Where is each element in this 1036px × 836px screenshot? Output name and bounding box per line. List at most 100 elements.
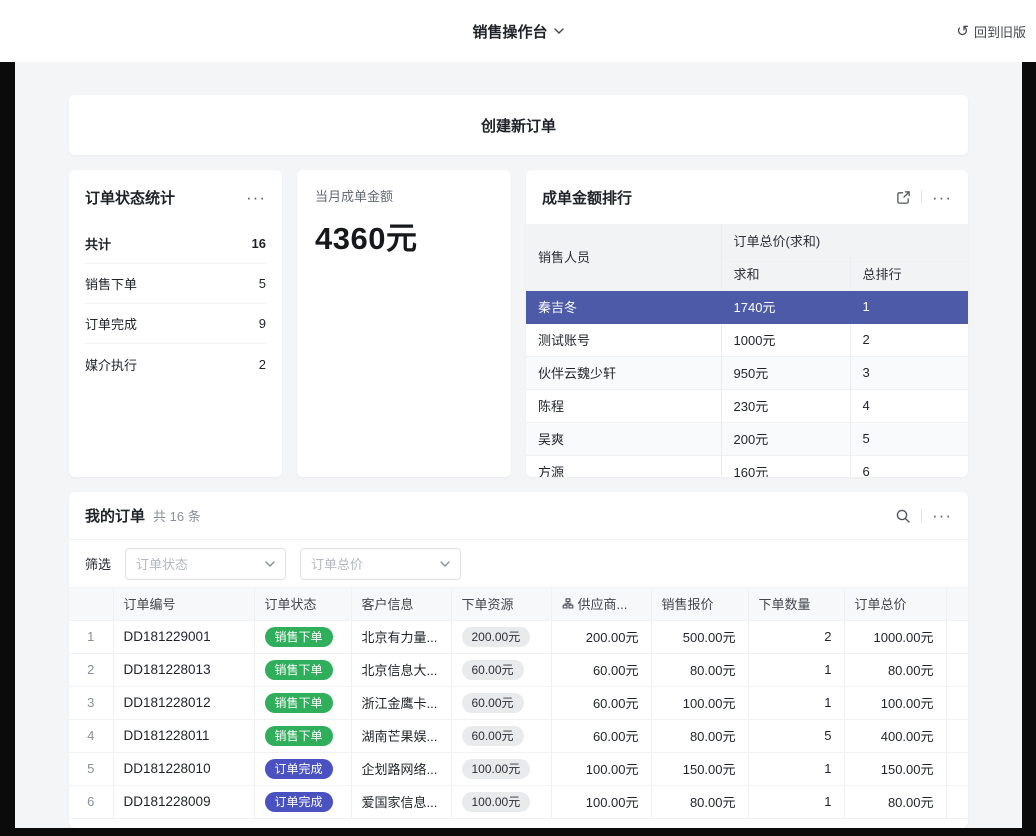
rank-rank: 6 (850, 455, 968, 477)
filter-bar: 筛选 订单状态 订单总价 (69, 540, 968, 588)
total-cell: 150.00元 (844, 752, 946, 785)
search-icon[interactable] (895, 508, 911, 524)
table-row[interactable]: 1 DD181229001 销售下单 北京有力量... 200.00元 200.… (69, 620, 968, 653)
create-new-order-button[interactable]: 创建新订单 (69, 95, 968, 155)
customer-cell: 北京有力量... (351, 620, 451, 653)
ranking-row[interactable]: 测试账号 1000元 2 (526, 323, 968, 356)
stub-cell (946, 620, 968, 653)
row-index: 1 (69, 620, 113, 653)
table-row[interactable]: 3 DD181228012 销售下单 浙江金鹰卡... 60.00元 60.00… (69, 686, 968, 719)
status-label: 订单完成 (85, 314, 137, 333)
status-badge: 订单完成 (265, 792, 333, 812)
stub-cell (946, 752, 968, 785)
divider (921, 509, 922, 523)
status-value: 9 (259, 316, 266, 331)
ranking-row[interactable]: 伙伴云魏少轩 950元 3 (526, 356, 968, 389)
filter-order-status-select[interactable]: 订单状态 (125, 548, 286, 580)
back-to-old-version-button[interactable]: ↺ 回到旧版 (956, 0, 1026, 62)
monthly-amount-label: 当月成单金额 (315, 186, 493, 205)
my-orders-card: 我的订单 共 16 条 ··· 筛选 订单状态 订单总价 (69, 492, 968, 828)
ranking-row[interactable]: 秦吉冬 1740元 1 (526, 290, 968, 323)
total-cell: 80.00元 (844, 653, 946, 686)
filter-label: 筛选 (85, 554, 111, 573)
rank-person: 方源 (526, 455, 721, 477)
more-menu-icon[interactable]: ··· (932, 507, 952, 524)
rank-person: 吴爽 (526, 422, 721, 455)
orders-table: 订单编号 订单状态 客户信息 下单资源 供应商... 销售报价 (69, 588, 968, 819)
customer-cell: 企划路网络... (351, 752, 451, 785)
row-index: 2 (69, 653, 113, 686)
order-no-cell: DD181228013 (113, 653, 254, 686)
rank-rank: 3 (850, 356, 968, 389)
order-no-cell: DD181228012 (113, 686, 254, 719)
supplier-cell: 100.00元 (551, 785, 651, 818)
status-row[interactable]: 销售下单 5 (85, 264, 266, 304)
rank-person: 秦吉冬 (526, 290, 721, 323)
col-order-status: 订单状态 (254, 588, 351, 620)
app-window: 销售操作台 ↺ 回到旧版 创建新订单 订单状态统计 ··· (0, 0, 1036, 836)
ranking-card-title: 成单金额排行 (542, 187, 632, 208)
hierarchy-icon (562, 598, 574, 610)
app-title-dropdown[interactable]: 销售操作台 (472, 21, 563, 42)
status-row-total[interactable]: 共计 16 (85, 224, 266, 264)
total-cell: 80.00元 (844, 785, 946, 818)
customer-cell: 浙江金鹰卡... (351, 686, 451, 719)
ranking-row[interactable]: 陈程 230元 4 (526, 389, 968, 422)
ranking-row[interactable]: 吴爽 200元 5 (526, 422, 968, 455)
ranking-col-sum: 求和 (721, 257, 850, 290)
more-menu-icon[interactable]: ··· (246, 189, 266, 206)
chevron-down-icon (554, 28, 564, 34)
rank-rank: 4 (850, 389, 968, 422)
top-bar: 销售操作台 ↺ 回到旧版 (0, 0, 1036, 62)
table-row[interactable]: 5 DD181228010 订单完成 企划路网络... 100.00元 100.… (69, 752, 968, 785)
resource-badge: 60.00元 (462, 693, 524, 713)
rank-rank: 1 (850, 290, 968, 323)
rank-sum: 1000元 (721, 323, 850, 356)
table-row[interactable]: 4 DD181228011 销售下单 湖南芒果娱... 60.00元 60.00… (69, 719, 968, 752)
table-row[interactable]: 2 DD181228013 销售下单 北京信息大... 60.00元 60.00… (69, 653, 968, 686)
total-cell: 100.00元 (844, 686, 946, 719)
customer-cell: 北京信息大... (351, 653, 451, 686)
status-card-title: 订单状态统计 (85, 187, 175, 208)
quote-cell: 100.00元 (651, 686, 748, 719)
resource-badge: 60.00元 (462, 660, 524, 680)
rank-rank: 2 (850, 323, 968, 356)
status-badge: 销售下单 (265, 726, 333, 746)
supplier-cell: 60.00元 (551, 653, 651, 686)
stub-cell (946, 653, 968, 686)
status-row[interactable]: 媒介执行 2 (85, 344, 266, 384)
row-index-header (69, 588, 113, 620)
row-index: 4 (69, 719, 113, 752)
quote-cell: 80.00元 (651, 653, 748, 686)
rank-sum: 230元 (721, 389, 850, 422)
status-row[interactable]: 订单完成 9 (85, 304, 266, 344)
resource-badge: 100.00元 (462, 792, 531, 812)
col-resource: 下单资源 (451, 588, 551, 620)
row-index: 6 (69, 785, 113, 818)
stub-cell (946, 719, 968, 752)
divider (921, 190, 922, 204)
col-stub (946, 588, 968, 620)
filter-order-status-value: 订单状态 (136, 554, 188, 573)
stub-cell (946, 785, 968, 818)
ranking-col-group: 订单总价(求和) (721, 224, 968, 257)
qty-cell: 1 (748, 653, 844, 686)
qty-cell: 2 (748, 620, 844, 653)
table-row[interactable]: 6 DD181228009 订单完成 爱国家信息... 100.00元 100.… (69, 785, 968, 818)
total-cell: 400.00元 (844, 719, 946, 752)
filter-order-total-select[interactable]: 订单总价 (300, 548, 461, 580)
rank-sum: 200元 (721, 422, 850, 455)
export-icon[interactable] (896, 190, 911, 205)
status-value: 16 (252, 236, 266, 251)
rank-person: 测试账号 (526, 323, 721, 356)
qty-cell: 1 (748, 752, 844, 785)
my-orders-count: 共 16 条 (153, 506, 201, 525)
col-quote: 销售报价 (651, 588, 748, 620)
more-menu-icon[interactable]: ··· (932, 189, 952, 206)
ranking-col-rank: 总排行 (850, 257, 968, 290)
qty-cell: 1 (748, 686, 844, 719)
monthly-amount-value: 4360元 (315, 213, 493, 258)
col-supplier: 供应商... (551, 588, 651, 620)
back-to-old-version-label: 回到旧版 (974, 22, 1026, 41)
ranking-row[interactable]: 方源 160元 6 (526, 455, 968, 477)
